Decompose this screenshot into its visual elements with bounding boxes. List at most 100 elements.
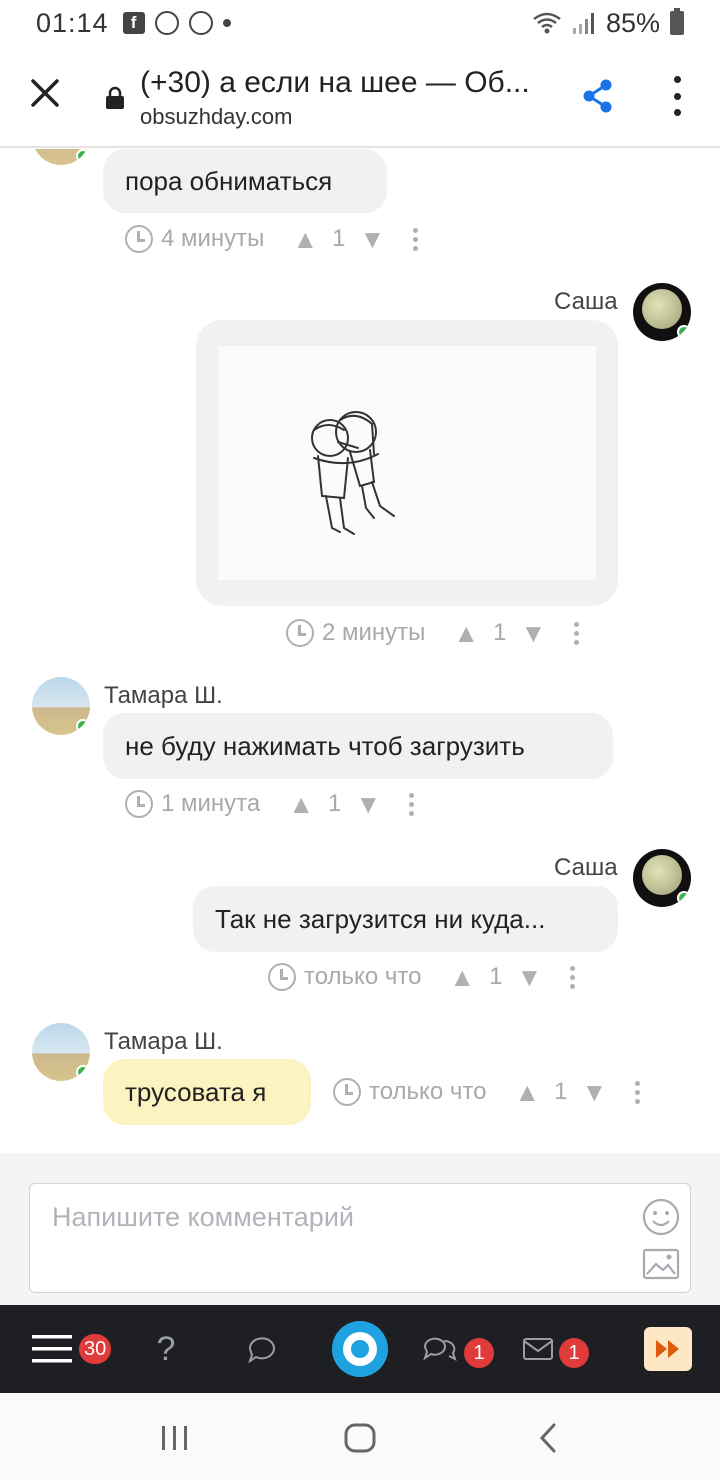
- more-options-icon[interactable]: [635, 1080, 641, 1104]
- vote-count: 1: [493, 619, 507, 646]
- message-time: только что: [369, 1078, 487, 1105]
- comment-input[interactable]: Напишите комментарий: [29, 1183, 691, 1293]
- recent-apps-icon[interactable]: [160, 1425, 190, 1451]
- message-time: 4 минуты: [161, 225, 265, 252]
- mail-badge: 1: [559, 1338, 589, 1368]
- online-indicator: [677, 325, 691, 339]
- avatar[interactable]: [32, 1023, 90, 1081]
- share-icon[interactable]: [582, 78, 614, 114]
- hug-illustration: [311, 411, 395, 535]
- message-time: 2 минуты: [322, 619, 426, 646]
- more-icon[interactable]: [666, 76, 688, 116]
- app-bottom-bar: 30 ? 1 1: [0, 1305, 720, 1393]
- message-meta: 4 минуты ▲ 1 ▼: [125, 222, 419, 256]
- mail-icon: [523, 1338, 553, 1360]
- notification-icon: [154, 11, 179, 35]
- help-button[interactable]: ?: [148, 1305, 184, 1393]
- status-bar: 01:14 f 85%: [0, 0, 720, 46]
- clock-icon: [125, 225, 153, 253]
- more-options-icon[interactable]: [570, 965, 576, 989]
- message-bubble[interactable]: пора обниматься: [103, 149, 387, 213]
- message-bubble[interactable]: Так не загрузится ни куда...: [193, 886, 618, 952]
- home-icon[interactable]: [344, 1423, 376, 1453]
- upvote-icon[interactable]: ▲: [449, 962, 475, 993]
- wifi-icon: [533, 12, 561, 34]
- clock-icon: [333, 1078, 361, 1106]
- message-meta: 2 минуты ▲ 1 ▼: [286, 616, 580, 650]
- hamburger-icon: [32, 1335, 72, 1363]
- clock-icon: [286, 619, 314, 647]
- message-text: не буду нажимать чтоб загрузить: [125, 730, 525, 761]
- comment-icon: [248, 1337, 275, 1363]
- avatar[interactable]: [633, 283, 691, 341]
- signal-icon: [572, 13, 594, 34]
- hug-image[interactable]: [218, 346, 596, 580]
- comment-placeholder: Напишите комментарий: [52, 1202, 354, 1232]
- downvote-icon[interactable]: ▼: [360, 224, 386, 255]
- message-meta: только что ▲ 1 ▼: [268, 960, 576, 994]
- fast-forward-button[interactable]: [644, 1327, 692, 1371]
- avatar[interactable]: [633, 849, 691, 907]
- online-indicator: [76, 719, 90, 733]
- chats-icon: [423, 1337, 457, 1361]
- upvote-icon[interactable]: ▲: [514, 1077, 540, 1108]
- online-indicator: [677, 891, 691, 905]
- message-meta: только что ▲ 1 ▼: [333, 1075, 641, 1109]
- system-nav-bar: [0, 1393, 720, 1480]
- message-time: только что: [304, 963, 422, 990]
- online-indicator: [76, 1065, 90, 1079]
- author-name[interactable]: Саша: [554, 854, 618, 882]
- menu-button[interactable]: [30, 1305, 74, 1393]
- vote-count: 1: [327, 790, 342, 817]
- comments-feed: пора обниматься 4 минуты ▲ 1 ▼ Саша 2 ми…: [0, 149, 720, 1153]
- site-logo-button[interactable]: [330, 1305, 390, 1393]
- page-title[interactable]: (+30) а если на шее — Об...: [140, 66, 540, 100]
- vote-count: 1: [332, 225, 346, 252]
- image-upload-icon[interactable]: [642, 1248, 680, 1280]
- menu-badge: 30: [79, 1334, 112, 1364]
- lock-icon[interactable]: [104, 86, 126, 110]
- message-time: 1 минута: [161, 790, 261, 817]
- more-options-icon[interactable]: [574, 621, 580, 645]
- avatar[interactable]: [32, 149, 90, 165]
- chats-button[interactable]: [422, 1305, 458, 1393]
- online-indicator: [76, 149, 90, 163]
- message-text: пора обниматься: [125, 165, 333, 196]
- message-bubble[interactable]: трусовата я: [103, 1059, 311, 1125]
- message-meta: 1 минута ▲ 1 ▼: [125, 787, 415, 821]
- downvote-icon[interactable]: ▼: [355, 789, 381, 820]
- more-options-icon[interactable]: [413, 227, 419, 251]
- clock-icon: [125, 790, 153, 818]
- message-text: Так не загрузится ни куда...: [215, 903, 546, 934]
- avatar[interactable]: [32, 677, 90, 735]
- back-icon[interactable]: [538, 1423, 558, 1453]
- page-domain[interactable]: obsuzhday.com: [140, 104, 292, 130]
- whatsapp-icon: [188, 11, 213, 35]
- dot-icon: [222, 19, 231, 27]
- message-bubble[interactable]: не буду нажимать чтоб загрузить: [103, 713, 613, 779]
- downvote-icon[interactable]: ▼: [582, 1077, 608, 1108]
- author-name[interactable]: Тамара Ш.: [104, 682, 223, 710]
- logo-icon: [332, 1321, 388, 1377]
- downvote-icon[interactable]: ▼: [517, 962, 543, 993]
- image-message[interactable]: [196, 320, 618, 606]
- browser-toolbar: (+30) а если на шее — Об... obsuzhday.co…: [0, 46, 720, 148]
- battery-icon: [670, 8, 684, 35]
- close-icon[interactable]: [22, 70, 68, 116]
- status-time: 01:14: [36, 7, 109, 38]
- upvote-icon[interactable]: ▲: [292, 224, 318, 255]
- chats-badge: 1: [464, 1338, 494, 1368]
- upvote-icon[interactable]: ▲: [288, 789, 314, 820]
- upvote-icon[interactable]: ▲: [453, 618, 479, 649]
- mail-button[interactable]: [522, 1305, 554, 1393]
- more-options-icon[interactable]: [409, 792, 415, 816]
- clock-icon: [268, 963, 296, 991]
- downvote-icon[interactable]: ▼: [521, 618, 547, 649]
- author-name[interactable]: Саша: [554, 288, 618, 316]
- author-name[interactable]: Тамара Ш.: [104, 1028, 223, 1056]
- message-text: трусовата я: [125, 1076, 267, 1107]
- facebook-icon: f: [122, 12, 145, 34]
- comments-button[interactable]: [244, 1305, 280, 1393]
- battery-level: 85%: [605, 7, 660, 38]
- emoji-icon[interactable]: [642, 1198, 680, 1236]
